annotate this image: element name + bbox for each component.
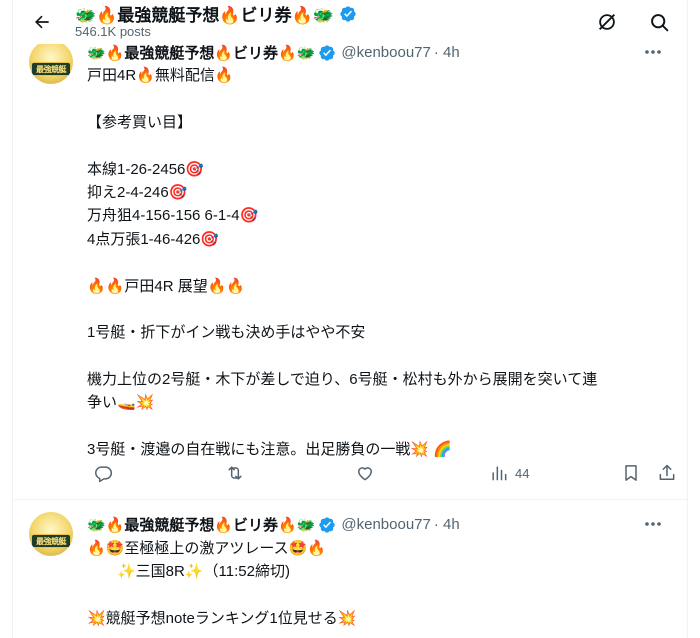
post-time[interactable]: · 4h [434,516,460,533]
avatar[interactable]: 最強競艇 [29,40,73,84]
author-name-text: 🐲🔥最強競艇予想🔥ビリ券🔥🐲 [87,45,316,62]
bookmark-icon [625,465,637,481]
tweet-text-line [87,415,677,438]
more-dots-icon [645,50,661,54]
tweet-text: 🔥🤩至極極上の激アツレース🤩🔥 ✨三国8R✨（11:52締切) 💥競艇予想note… [87,537,677,631]
tweet-text-line: 機力上位の2号艇・木下が差しで迫り、6号艇・松村も外から展開を突いて連 [87,371,598,389]
tweet-text-line [87,251,677,274]
more-button[interactable] [639,42,667,62]
verified-badge-icon [319,44,336,61]
tweet-text-line: 本線1-26-2456🎯 [87,160,205,178]
arrow-left-icon [35,15,49,29]
tweet-text-line: 戸田4R🔥無料配信🔥 [87,67,234,84]
avatar-label: 最強競艇 [31,62,71,76]
tweet-text-line [87,345,677,368]
profile-name-text: 🐲🔥最強競艇予想🔥ビリ券🔥🐲 [75,6,334,25]
tweet-text: 戸田4R🔥無料配信🔥 【参考買い目】 本線1-26-2456🎯 抑え2-4-246🎯… [87,64,677,462]
profile-header: 🐲🔥最強競艇予想🔥ビリ券🔥🐲 546.1K posts [13,0,687,44]
grok-button[interactable] [591,6,623,38]
bar-chart-icon [492,466,507,481]
author-name[interactable]: 🐲🔥最強競艇予想🔥ビリ券🔥🐲 [87,42,336,63]
search-button[interactable] [643,6,675,38]
avatar-label: 最強競艇 [31,534,71,548]
author-name-text: 🐲🔥最強競艇予想🔥ビリ券🔥🐲 [87,517,316,534]
tweet-text-line: 1号艇・折下がイン戦も決め手はやや不安 [87,324,366,342]
views-count: 44 [515,465,530,481]
grok-icon [599,14,615,30]
tweet-text-line: 🔥🤩至極極上の激アツレース🤩🔥 [87,540,326,557]
heart-icon [358,467,372,481]
reply-button[interactable] [93,458,113,488]
tweet-header: 🐲🔥最強競艇予想🔥ビリ券🔥🐲 @kenboou77 · 4h [87,514,460,535]
post-time[interactable]: · 4h [434,44,460,61]
tweet-text-line: 【参考買い目】 [87,113,193,131]
tweet-text-line [87,584,677,607]
tweet-text-line: 万舟狙4-156-156 6-1-4🎯 [87,207,259,225]
tweet-text-line [87,298,677,321]
tweet-text-line [87,134,677,157]
share-button[interactable] [657,458,677,488]
repost-button[interactable] [225,458,245,488]
more-dots-icon [645,522,661,526]
tweet-text-line: 争い🚤💥 [87,394,155,412]
tweet-actions: 44 [83,458,679,488]
verified-badge-icon [340,5,356,22]
author-handle[interactable]: @kenboou77 [341,44,430,61]
author-handle[interactable]: @kenboou77 [341,516,430,533]
like-button[interactable] [355,458,375,488]
bookmark-button[interactable] [621,458,641,488]
tweet-text-line: 🔥🔥戸田4R 展望🔥🔥 [87,277,246,295]
tweet-text-line: 4点万張1-46-426🎯 [87,230,220,248]
share-icon [659,464,675,480]
tweet-1[interactable]: 最強競艇 🐲🔥最強競艇予想🔥ビリ券🔥🐲 @kenboou77 · 4h 戸田4R… [13,0,687,500]
views-button[interactable]: 44 [489,458,529,488]
tweet-header: 🐲🔥最強競艇予想🔥ビリ券🔥🐲 @kenboou77 · 4h [87,42,460,63]
search-icon [650,13,668,31]
verified-badge-icon [319,516,336,533]
timeline-frame: 🐲🔥最強競艇予想🔥ビリ券🔥🐲 546.1K posts 最強競艇 🐲🔥最強競艇予… [12,0,688,638]
author-name[interactable]: 🐲🔥最強競艇予想🔥ビリ券🔥🐲 [87,514,336,535]
avatar[interactable]: 最強競艇 [29,512,73,556]
more-button[interactable] [639,514,667,534]
posts-count: 546.1K posts [75,24,151,39]
profile-name: 🐲🔥最強競艇予想🔥ビリ券🔥🐲 [75,1,357,26]
tweet-2[interactable]: 最強競艇 🐲🔥最強競艇予想🔥ビリ券🔥🐲 @kenboou77 · 4h 🔥🤩至極… [13,500,687,638]
repost-icon [228,466,242,480]
tweet-text-line: 💥競艇予想noteランキング1位見せる💥 [87,610,357,628]
tweet-text-line: ✨三国8R✨（11:52締切) [87,563,290,581]
reply-icon [95,466,113,483]
back-button[interactable] [27,7,57,37]
tweet-text-line [87,87,677,110]
tweet-text-line: 抑え2-4-246🎯 [87,183,188,201]
